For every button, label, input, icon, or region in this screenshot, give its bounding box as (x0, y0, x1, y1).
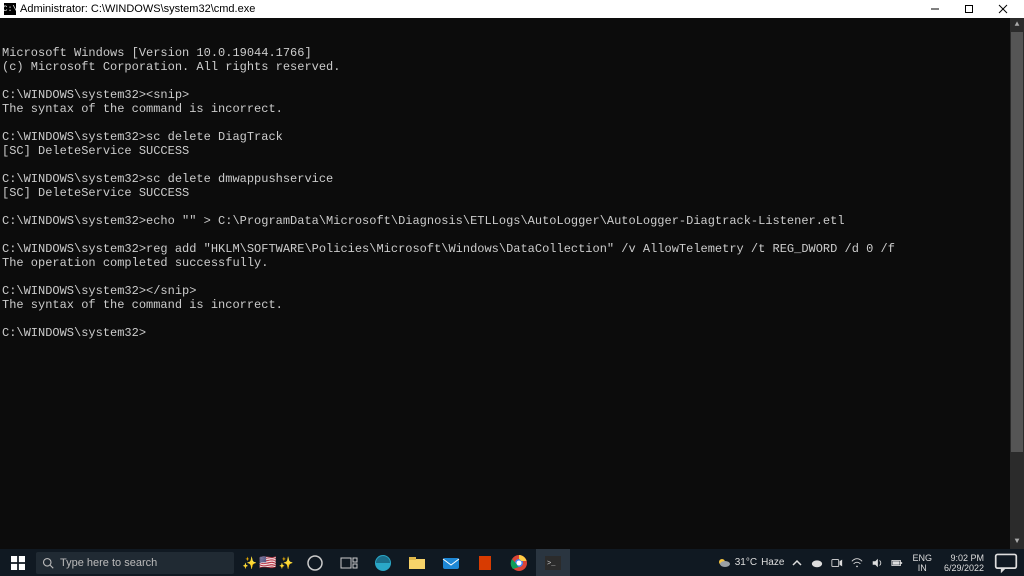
tray-overflow-button[interactable] (790, 556, 804, 570)
maximize-button[interactable] (952, 0, 986, 18)
console-line: The syntax of the command is incorrect. (2, 298, 1022, 312)
console-line: C:\WINDOWS\system32><snip> (2, 88, 1022, 102)
firework-icon: ✨ (279, 556, 294, 570)
cmd-icon: C:\ (4, 3, 16, 15)
language-indicator[interactable]: ENG IN (910, 553, 934, 573)
system-tray: 31°C Haze ENG IN 9:02 PM 6/29/2022 (711, 549, 1024, 576)
console-line: [SC] DeleteService SUCCESS (2, 186, 1022, 200)
taskbar-app-chrome[interactable] (502, 549, 536, 576)
task-view-button[interactable] (332, 549, 366, 576)
task-view-icon (340, 554, 358, 572)
console-line: C:\WINDOWS\system32> (2, 326, 1022, 340)
taskbar-app-office[interactable] (468, 549, 502, 576)
weather-widget[interactable]: 31°C Haze (717, 556, 785, 570)
console-line: C:\WINDOWS\system32>reg add "HKLM\SOFTWA… (2, 242, 1022, 256)
taskbar-app-cmd[interactable]: >_ (536, 549, 570, 576)
clock-time: 9:02 PM (944, 553, 984, 563)
console-line (2, 200, 1022, 214)
search-input[interactable]: Type here to search (36, 552, 234, 574)
volume-icon[interactable] (870, 556, 884, 570)
cmd-window: C:\ Administrator: C:\WINDOWS\system32\c… (0, 0, 1024, 549)
taskbar-app-mail[interactable] (434, 549, 468, 576)
action-center-button[interactable] (994, 549, 1018, 576)
console-output[interactable]: Microsoft Windows [Version 10.0.19044.17… (0, 18, 1024, 549)
onedrive-icon[interactable] (810, 556, 824, 570)
console-line: The operation completed successfully. (2, 256, 1022, 270)
console-line (2, 116, 1022, 130)
svg-text:>_: >_ (547, 560, 556, 568)
console-line (2, 74, 1022, 88)
taskbar: Type here to search ✨ 🇺🇸 ✨ >_ (0, 549, 1024, 576)
minimize-button[interactable] (918, 0, 952, 18)
titlebar[interactable]: C:\ Administrator: C:\WINDOWS\system32\c… (0, 0, 1024, 18)
console-line: Microsoft Windows [Version 10.0.19044.17… (2, 46, 1022, 60)
console-line: [SC] DeleteService SUCCESS (2, 144, 1022, 158)
scroll-up-arrow-icon[interactable]: ▲ (1010, 18, 1024, 32)
us-flag-icon: 🇺🇸 (259, 554, 276, 571)
console-line: The syntax of the command is incorrect. (2, 102, 1022, 116)
weather-icon (717, 556, 731, 570)
battery-icon[interactable] (890, 556, 904, 570)
window-title: Administrator: C:\WINDOWS\system32\cmd.e… (20, 3, 918, 15)
scrollbar-thumb[interactable] (1011, 32, 1023, 452)
lang-secondary: IN (912, 563, 932, 573)
close-button[interactable] (986, 0, 1020, 18)
console-line: C:\WINDOWS\system32>sc delete DiagTrack (2, 130, 1022, 144)
search-icon (42, 557, 54, 569)
news-widget[interactable]: ✨ 🇺🇸 ✨ (238, 549, 298, 576)
weather-temp: 31°C (735, 557, 757, 568)
console-line (2, 270, 1022, 284)
notification-icon (994, 551, 1018, 575)
taskbar-app-file-explorer[interactable] (400, 549, 434, 576)
weather-cond: Haze (761, 557, 784, 568)
windows-logo-icon (11, 556, 25, 570)
meet-now-icon[interactable] (830, 556, 844, 570)
start-button[interactable] (0, 549, 36, 576)
clock[interactable]: 9:02 PM 6/29/2022 (940, 553, 988, 573)
console-line: C:\WINDOWS\system32>echo "" > C:\Program… (2, 214, 1022, 228)
console-line: C:\WINDOWS\system32>sc delete dmwappushs… (2, 172, 1022, 186)
console-line (2, 228, 1022, 242)
cortana-button[interactable] (298, 549, 332, 576)
console-line: C:\WINDOWS\system32></snip> (2, 284, 1022, 298)
vertical-scrollbar[interactable]: ▲ ▼ (1010, 18, 1024, 549)
console-line (2, 312, 1022, 326)
wifi-icon[interactable] (850, 556, 864, 570)
firework-icon: ✨ (242, 556, 257, 570)
search-placeholder: Type here to search (60, 557, 157, 569)
lang-primary: ENG (912, 553, 932, 563)
console-line (2, 158, 1022, 172)
scroll-down-arrow-icon[interactable]: ▼ (1010, 535, 1024, 549)
console-line: (c) Microsoft Corporation. All rights re… (2, 60, 1022, 74)
clock-date: 6/29/2022 (944, 563, 984, 573)
taskbar-app-edge[interactable] (366, 549, 400, 576)
